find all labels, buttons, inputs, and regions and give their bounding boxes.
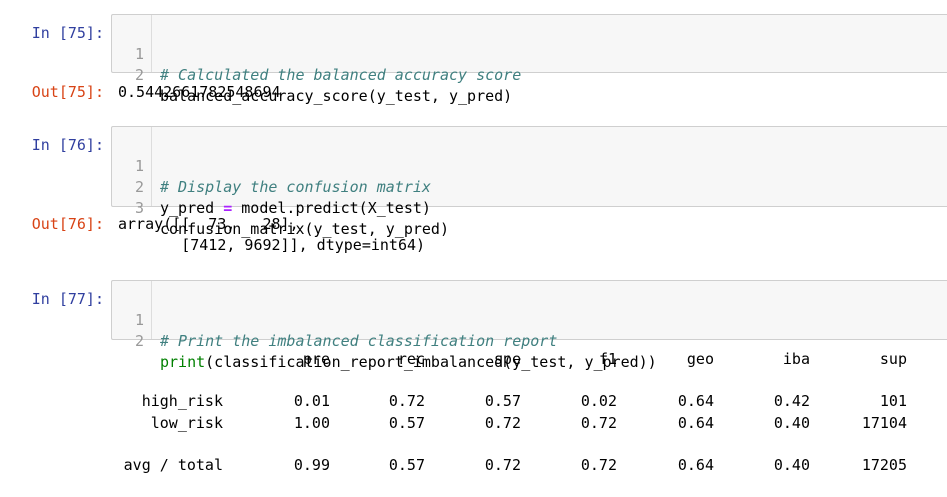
header-geo: geo (686, 350, 714, 368)
row-label: high_risk (141, 392, 223, 410)
value-iba: 0.40 (773, 414, 810, 432)
output-76-line-2: [7412, 9692]], dtype=int64) (118, 236, 426, 254)
code-line: 2 y_pred = model.predict(X_test) (112, 156, 431, 217)
out-prompt-76: Out[76]: (31, 215, 104, 233)
value-iba: 0.40 (773, 456, 810, 474)
header-iba: iba (782, 350, 810, 368)
code-input-75[interactable]: 1 # Calculated the balanced accuracy sco… (111, 14, 947, 105)
header-rec: rec (397, 350, 425, 368)
value-rec: 0.57 (388, 456, 425, 474)
code-line: 1 # Print the imbalanced classification … (112, 289, 557, 350)
code-line: 1 # Display the confusion matrix (112, 135, 431, 196)
value-geo: 0.64 (677, 414, 714, 432)
header-sup: sup (879, 350, 907, 368)
value-f1: 0.72 (580, 456, 617, 474)
value-f1: 0.72 (580, 414, 617, 432)
report-row-high-risk: high_risk 0.01 0.72 0.57 0.02 0.64 0.42 … (0, 391, 947, 412)
value-pre: 0.99 (293, 456, 330, 474)
value-geo: 0.64 (677, 392, 714, 410)
row-label: low_risk (150, 414, 223, 432)
out-prompt-75: Out[75]: (31, 83, 104, 101)
value-sup: 17104 (861, 414, 907, 432)
row-label: avg / total (123, 456, 223, 474)
output-76-line-1: array([[ 73, 28], (118, 215, 299, 233)
value-geo: 0.64 (677, 456, 714, 474)
code-line: 1 # Calculated the balanced accuracy sco… (112, 23, 521, 84)
value-spe: 0.72 (484, 414, 521, 432)
output-75: 0.5442661782548694 (118, 83, 281, 101)
value-sup: 17205 (861, 456, 907, 474)
value-pre: 0.01 (293, 392, 330, 410)
code-line: 2 balanced_accuracy_score(y_test, y_pred… (112, 44, 512, 105)
header-f1: f1 (598, 350, 617, 368)
value-spe: 0.57 (484, 392, 521, 410)
value-pre: 1.00 (293, 414, 330, 432)
value-rec: 0.57 (388, 414, 425, 432)
report-row-low-risk: low_risk 1.00 0.57 0.72 0.72 0.64 0.40 1… (0, 413, 947, 434)
header-pre: pre (302, 350, 330, 368)
header-spe: spe (493, 350, 521, 368)
code-input-76[interactable]: 1 # Display the confusion matrix 2 y_pre… (111, 126, 947, 238)
in-prompt-77: In [77]: (31, 290, 104, 308)
report-row-avg-total: avg / total 0.99 0.57 0.72 0.72 0.64 0.4… (0, 455, 947, 476)
value-spe: 0.72 (484, 456, 521, 474)
code-line: 2 print(classification_report_imbalanced… (112, 310, 657, 371)
value-iba: 0.42 (773, 392, 810, 410)
value-rec: 0.72 (388, 392, 425, 410)
value-f1: 0.02 (580, 392, 617, 410)
in-prompt-75: In [75]: (31, 24, 104, 42)
value-sup: 101 (879, 392, 907, 410)
code-input-77[interactable]: 1 # Print the imbalanced classification … (111, 280, 947, 371)
code-line: 3 confusion_matrix(y_test, y_pred) (112, 177, 449, 238)
code-comment: # Display the confusion matrix (160, 178, 431, 196)
report-header-row: pre rec spe f1 geo iba sup (0, 349, 947, 370)
in-prompt-76: In [76]: (31, 136, 104, 154)
